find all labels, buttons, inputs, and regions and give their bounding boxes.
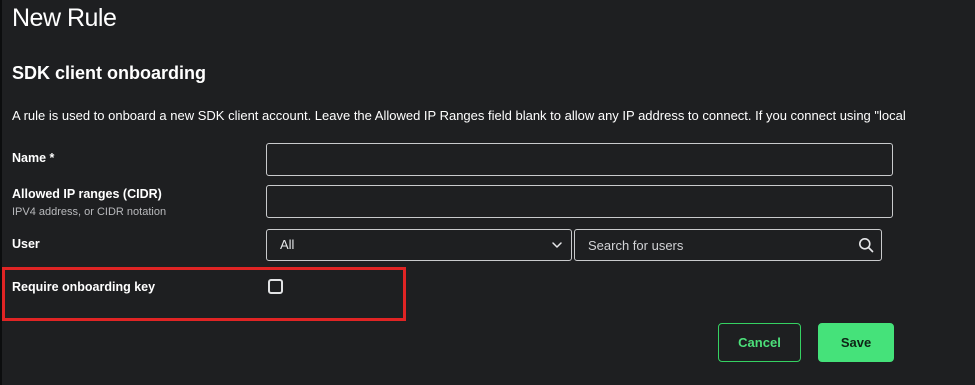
allowed-ip-hint: IPV4 address, or CIDR notation [12,206,167,218]
save-button[interactable]: Save [818,323,894,362]
highlight-annotation [2,267,406,321]
section-title: SDK client onboarding [12,63,207,83]
name-input[interactable] [266,143,893,176]
section-description: A rule is used to onboard a new SDK clie… [12,108,906,123]
user-search-input[interactable] [575,230,845,260]
name-label: Name * [12,151,55,165]
allowed-ip-input[interactable] [266,185,893,218]
search-icon[interactable] [858,237,874,253]
user-select[interactable]: All [266,229,572,261]
chevron-down-icon [552,242,562,248]
user-select-value: All [280,237,295,252]
page-title: New Rule [12,4,117,32]
user-search-field[interactable] [574,229,882,261]
user-label: User [12,237,40,251]
allowed-ip-label: Allowed IP ranges (CIDR) [12,187,162,201]
cancel-button[interactable]: Cancel [718,323,801,362]
window-edge [0,0,2,385]
